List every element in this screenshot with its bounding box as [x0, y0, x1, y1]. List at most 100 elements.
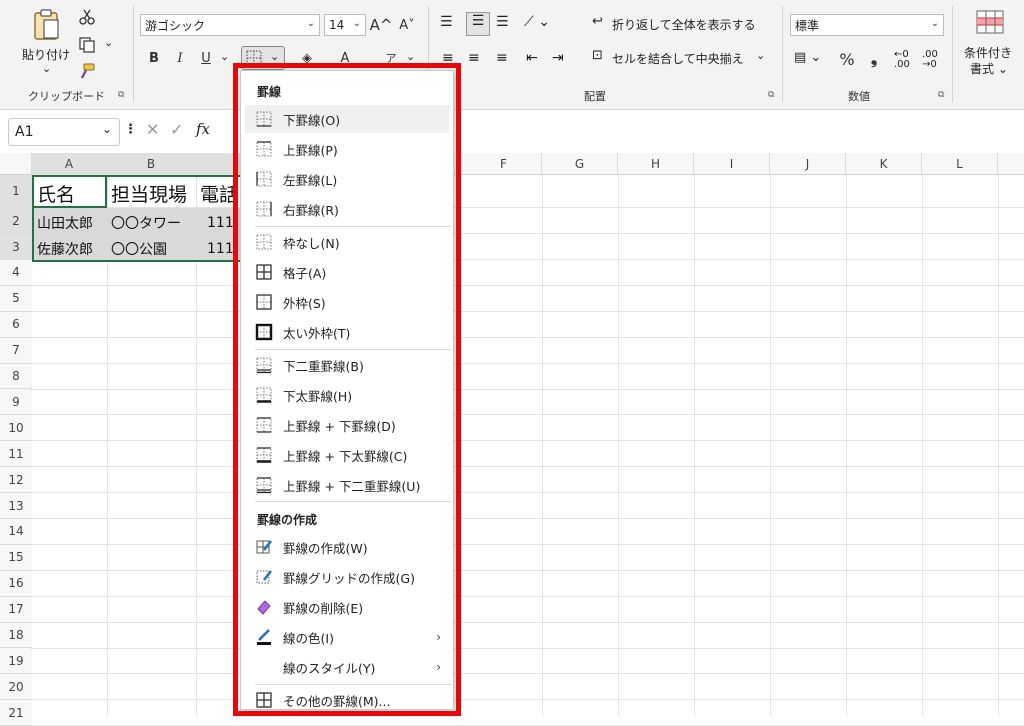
column-header-h[interactable]: H	[618, 153, 694, 175]
shrink-font-button[interactable]: A˅	[396, 14, 418, 36]
column-header-k[interactable]: K	[846, 153, 922, 175]
conditional-formatting-icon[interactable]	[976, 10, 1004, 34]
cut-icon[interactable]	[78, 8, 96, 26]
cell-b2[interactable]: 〇〇タワー	[108, 210, 196, 235]
row-gridline	[32, 647, 1024, 649]
number-launcher-icon[interactable]: ⧉	[938, 90, 944, 100]
align-bottom-icon[interactable]: ☰	[496, 14, 509, 30]
clipboard-group-label: クリップボード	[28, 90, 105, 103]
cell-a1[interactable]: 氏名	[34, 178, 106, 208]
align-middle-icon[interactable]: ☰	[466, 12, 490, 36]
clipboard-launcher-icon[interactable]: ⧉	[118, 90, 124, 100]
wrap-text-label: 折り返して全体を表示する	[612, 18, 756, 32]
cell-b1[interactable]: 担当現場	[108, 178, 196, 208]
row-header-11[interactable]: 11	[0, 441, 32, 468]
orientation-icon[interactable]: ⟋ ⌄	[524, 14, 550, 30]
conditional-formatting-label-1[interactable]: 条件付き	[964, 44, 1012, 61]
row-gridline	[32, 362, 1024, 364]
conditional-formatting-label-2[interactable]: 書式 ⌄	[970, 60, 1008, 77]
percent-button[interactable]: %	[836, 48, 858, 70]
chevron-down-icon: ⌄	[756, 49, 766, 62]
column-header-l[interactable]: L	[922, 153, 998, 175]
underline-dropdown-arrow[interactable]: ⌄	[220, 50, 229, 63]
group-separator	[133, 6, 134, 102]
number-format-dropdown[interactable]: 標準 ⌄	[790, 14, 944, 36]
font-name-dropdown[interactable]: 游ゴシック ⌄	[140, 14, 320, 36]
row-header-5[interactable]: 5	[0, 285, 32, 312]
align-top-icon[interactable]: ☰	[440, 14, 453, 30]
format-painter-icon[interactable]	[78, 62, 96, 80]
row-header-9[interactable]: 9	[0, 389, 32, 416]
bold-button[interactable]: B	[144, 48, 164, 68]
row-gridline	[32, 595, 1024, 597]
name-box-dropdown-icon[interactable]: ⌄	[102, 122, 112, 136]
column-header-bar: A B F G H I J K L	[0, 153, 1024, 175]
alignment-launcher-icon[interactable]: ⧉	[768, 90, 774, 100]
row-header-12[interactable]: 12	[0, 467, 32, 494]
column-header-j[interactable]: J	[770, 153, 846, 175]
copy-dropdown-arrow[interactable]: ⌄	[104, 36, 113, 49]
merge-center-button[interactable]: ⊡ セルを結合して中央揃え ⌄	[592, 48, 772, 70]
cell-a3[interactable]: 佐藤次郎	[34, 236, 106, 261]
row-header-3[interactable]: 3	[0, 234, 32, 260]
copy-icon[interactable]	[78, 36, 96, 54]
phonetic-dropdown-arrow[interactable]: ⌄	[406, 50, 415, 63]
cancel-icon[interactable]: ✕	[146, 120, 159, 139]
number-format-value: 標準	[795, 18, 820, 33]
column-header-i[interactable]: I	[694, 153, 770, 175]
row-header-19[interactable]: 19	[0, 648, 32, 675]
decrease-indent-icon[interactable]: ⇤	[526, 50, 538, 66]
row-header-17[interactable]: 17	[0, 596, 32, 623]
row-header-6[interactable]: 6	[0, 311, 32, 338]
chevron-down-icon: ⌄	[930, 18, 939, 29]
row-header-1[interactable]: 1	[0, 175, 32, 208]
row-header-13[interactable]: 13	[0, 493, 32, 519]
formula-bar-more-icon[interactable]: ⋮	[124, 122, 137, 137]
row-gridline	[32, 440, 1024, 442]
font-size-dropdown[interactable]: 14 ⌄	[324, 14, 366, 36]
wrap-text-button[interactable]: ↩ 折り返して全体を表示する	[592, 14, 772, 36]
decrease-decimal-icon[interactable]: .00 →0	[922, 50, 938, 70]
increase-indent-icon[interactable]: ⇥	[552, 50, 564, 66]
row-gridline	[32, 336, 1024, 338]
row-header-8[interactable]: 8	[0, 363, 32, 390]
row-gridline	[32, 284, 1024, 286]
paste-button[interactable]: 貼り付け ⌄	[22, 6, 70, 78]
column-header-f[interactable]: F	[466, 153, 542, 175]
select-all-corner[interactable]	[0, 153, 32, 175]
insert-function-button[interactable]: fx	[196, 120, 210, 138]
row-header-20[interactable]: 20	[0, 674, 32, 701]
column-header-g[interactable]: G	[542, 153, 618, 175]
row-gridline	[32, 699, 1024, 701]
align-center-icon[interactable]: ≡	[468, 50, 480, 66]
cell-b3[interactable]: 〇〇公園	[108, 236, 196, 261]
grow-font-button[interactable]: A^	[370, 14, 393, 36]
paste-label: 貼り付け	[22, 48, 71, 62]
row-header-4[interactable]: 4	[0, 260, 32, 286]
accounting-format-icon[interactable]: ▤ ⌄	[794, 50, 821, 65]
row-gridline	[32, 621, 1024, 623]
row-header-14[interactable]: 14	[0, 519, 32, 545]
comma-button[interactable]: ❟	[864, 48, 884, 70]
cell-a2[interactable]: 山田太郎	[34, 210, 106, 235]
row-gridline	[32, 569, 1024, 571]
underline-button[interactable]: U	[196, 48, 216, 68]
row-gridline	[32, 673, 1024, 675]
row-header-10[interactable]: 10	[0, 415, 32, 442]
row-header-7[interactable]: 7	[0, 337, 32, 364]
row-header-16[interactable]: 16	[0, 570, 32, 597]
italic-button[interactable]: I	[170, 48, 190, 68]
ribbon: 貼り付け ⌄ ⌄ クリップボード ⧉ 游ゴシック ⌄ 14 ⌄ A^ A˅ B I …	[0, 0, 1024, 110]
row-gridline	[32, 414, 1024, 416]
enter-icon[interactable]: ✓	[170, 120, 183, 139]
align-right-icon[interactable]: ≡	[496, 50, 508, 66]
row-header-2[interactable]: 2	[0, 208, 32, 234]
column-header-b[interactable]: B	[107, 153, 196, 175]
column-header-a[interactable]: A	[32, 153, 107, 175]
row-gridline	[32, 543, 1024, 545]
chevron-down-icon: ⌄	[306, 18, 315, 29]
row-header-18[interactable]: 18	[0, 622, 32, 649]
row-header-15[interactable]: 15	[0, 544, 32, 571]
increase-decimal-icon[interactable]: ←0.00	[894, 50, 910, 70]
row-header-21[interactable]: 21	[0, 700, 32, 726]
